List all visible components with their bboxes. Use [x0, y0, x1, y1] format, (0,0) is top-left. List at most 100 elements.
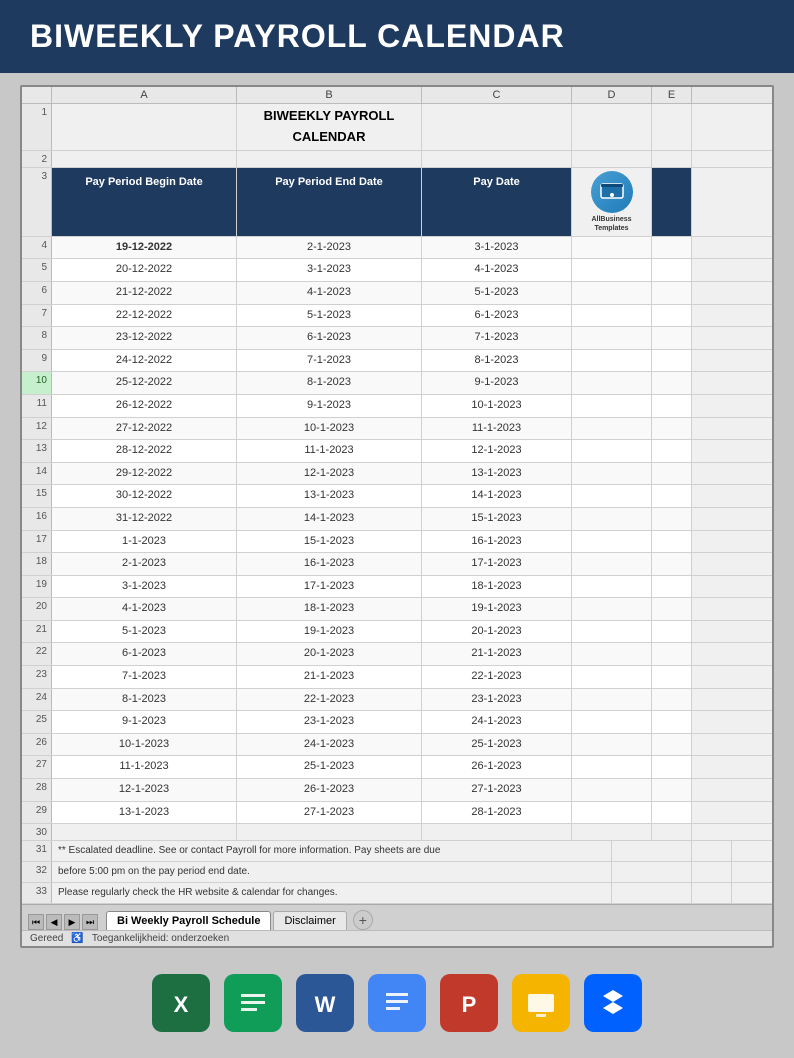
- row-num-18: 18: [22, 553, 52, 575]
- e-6: [652, 282, 692, 304]
- e-10: [652, 372, 692, 394]
- table-row: 22 6-1-2023 20-1-2023 21-1-2023: [22, 643, 772, 666]
- d-16: [572, 508, 652, 530]
- note-31d: [612, 841, 692, 861]
- e-27: [652, 756, 692, 778]
- column-headers-row: A B C D E: [22, 87, 772, 104]
- e-20: [652, 598, 692, 620]
- note-32e: [692, 862, 732, 882]
- pay-27: 26-1-2023: [422, 756, 572, 778]
- d-22: [572, 643, 652, 665]
- tab-nav-last[interactable]: ⏭: [82, 914, 98, 930]
- tab-add-button[interactable]: +: [353, 910, 373, 930]
- svg-text:W: W: [315, 992, 336, 1017]
- row-num-28: 28: [22, 779, 52, 801]
- row-num-7: 7: [22, 305, 52, 327]
- pay-26: 25-1-2023: [422, 734, 572, 756]
- e-11: [652, 395, 692, 417]
- begin-26: 10-1-2023: [52, 734, 237, 756]
- word-icon[interactable]: W: [296, 974, 354, 1032]
- excel-svg: X: [158, 980, 204, 1026]
- d-25: [572, 711, 652, 733]
- begin-14: 29-12-2022: [52, 463, 237, 485]
- end-15: 13-1-2023: [237, 485, 422, 507]
- pay-22: 21-1-2023: [422, 643, 572, 665]
- pay-15: 14-1-2023: [422, 485, 572, 507]
- d-24: [572, 689, 652, 711]
- row-num-3: 3: [22, 168, 52, 236]
- table-row: 10 25-12-2022 8-1-2023 9-1-2023: [22, 372, 772, 395]
- end-21: 19-1-2023: [237, 621, 422, 643]
- row-num-6: 6: [22, 282, 52, 304]
- begin-10: 25-12-2022: [52, 372, 237, 394]
- col-header-a: A: [52, 87, 237, 103]
- table-row: 19 3-1-2023 17-1-2023 18-1-2023: [22, 576, 772, 599]
- spreadsheet-container: A B C D E 1 BIWEEKLY PAYROLL CALENDAR 2: [20, 85, 774, 948]
- end-12: 10-1-2023: [237, 418, 422, 440]
- header-row: 3 Pay Period Begin Date Pay Period End D…: [22, 168, 772, 237]
- table-row: 4 19-12-2022 2-1-2023 3-1-2023: [22, 237, 772, 260]
- note-row-31: 31 ** Escalated deadline. See or contact…: [22, 841, 772, 862]
- pay-23: 22-1-2023: [422, 666, 572, 688]
- note-1: ** Escalated deadline. See or contact Pa…: [52, 841, 612, 861]
- note-32d: [612, 862, 692, 882]
- d-18: [572, 553, 652, 575]
- end-22: 20-1-2023: [237, 643, 422, 665]
- d-14: [572, 463, 652, 485]
- row-num-15: 15: [22, 485, 52, 507]
- pay-16: 15-1-2023: [422, 508, 572, 530]
- d-20: [572, 598, 652, 620]
- slides-icon[interactable]: [512, 974, 570, 1032]
- d-19: [572, 576, 652, 598]
- begin-12: 27-12-2022: [52, 418, 237, 440]
- note-2: before 5:00 pm on the pay period end dat…: [52, 862, 612, 882]
- docs-icon[interactable]: [368, 974, 426, 1032]
- empty-2c: [422, 151, 572, 167]
- table-row: 18 2-1-2023 16-1-2023 17-1-2023: [22, 553, 772, 576]
- note-33e: [692, 883, 732, 903]
- logo-icon: [598, 182, 626, 202]
- tab-nav-first[interactable]: ⏮: [28, 914, 44, 930]
- d-8: [572, 327, 652, 349]
- pay-8: 7-1-2023: [422, 327, 572, 349]
- tab-nav[interactable]: ⏮ ◀ ▶ ⏭: [28, 914, 98, 930]
- table-row: 25 9-1-2023 23-1-2023 24-1-2023: [22, 711, 772, 734]
- row-num-32: 32: [22, 862, 52, 882]
- tab-nav-prev[interactable]: ◀: [46, 914, 62, 930]
- row-num-16: 16: [22, 508, 52, 530]
- empty-30c: [422, 824, 572, 840]
- end-18: 16-1-2023: [237, 553, 422, 575]
- accessibility-text: Toegankelijkheid: onderzoeken: [92, 933, 229, 944]
- begin-7: 22-12-2022: [52, 305, 237, 327]
- d-4: [572, 237, 652, 259]
- pay-9: 8-1-2023: [422, 350, 572, 372]
- row-num-19: 19: [22, 576, 52, 598]
- dropbox-icon[interactable]: [584, 974, 642, 1032]
- row-num-13: 13: [22, 440, 52, 462]
- powerpoint-icon[interactable]: P: [440, 974, 498, 1032]
- e-21: [652, 621, 692, 643]
- row-num-27: 27: [22, 756, 52, 778]
- title-cell-c: [422, 104, 572, 150]
- pay-20: 19-1-2023: [422, 598, 572, 620]
- tab-disclaimer[interactable]: Disclaimer: [273, 911, 346, 930]
- end-8: 6-1-2023: [237, 327, 422, 349]
- sheets-icon[interactable]: [224, 974, 282, 1032]
- excel-icon[interactable]: X: [152, 974, 210, 1032]
- pay-17: 16-1-2023: [422, 531, 572, 553]
- note-row-32: 32 before 5:00 pm on the pay period end …: [22, 862, 772, 883]
- status-text: Gereed: [30, 933, 63, 944]
- e-26: [652, 734, 692, 756]
- row-num-14: 14: [22, 463, 52, 485]
- begin-27: 11-1-2023: [52, 756, 237, 778]
- tab-biweekly[interactable]: Bi Weekly Payroll Schedule: [106, 911, 271, 930]
- table-row: 13 28-12-2022 11-1-2023 12-1-2023: [22, 440, 772, 463]
- d-5: [572, 259, 652, 281]
- begin-6: 21-12-2022: [52, 282, 237, 304]
- tab-nav-next[interactable]: ▶: [64, 914, 80, 930]
- table-row: 21 5-1-2023 19-1-2023 20-1-2023: [22, 621, 772, 644]
- title-cell-d: [572, 104, 652, 150]
- d-15: [572, 485, 652, 507]
- e-12: [652, 418, 692, 440]
- e-18: [652, 553, 692, 575]
